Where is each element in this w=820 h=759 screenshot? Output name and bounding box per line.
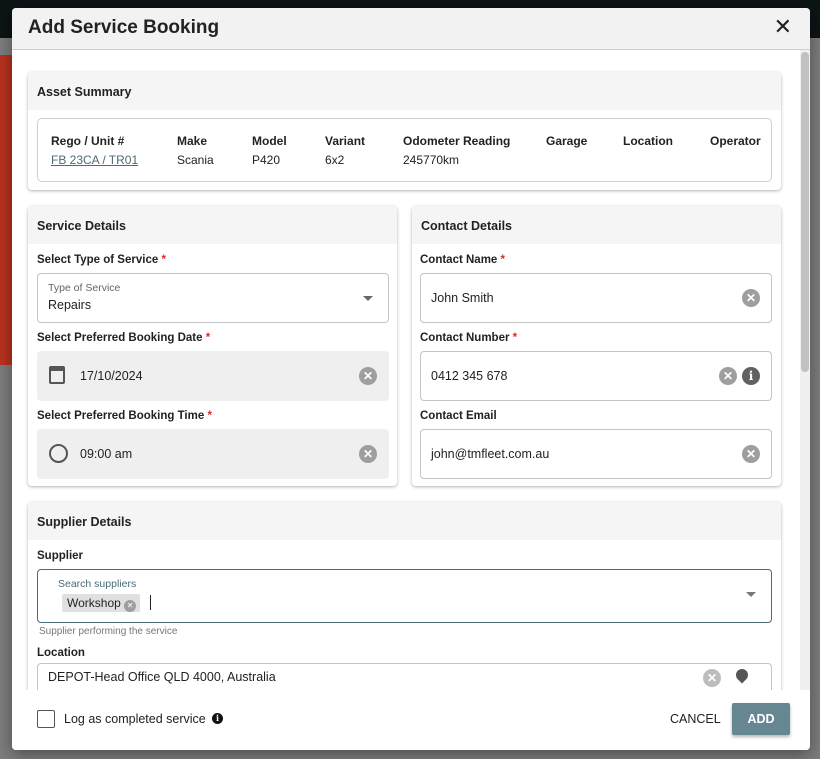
input-value: DEPOT-Head Office QLD 4000, Australia <box>48 670 276 684</box>
background-banner <box>0 55 12 365</box>
contact-number-input[interactable]: 0412 345 678 ✕ i <box>420 351 772 401</box>
column-header: Model <box>252 134 287 148</box>
calendar-icon <box>49 366 65 384</box>
add-service-booking-dialog: Add Service Booking ✕ Asset Summary Rego… <box>12 8 810 750</box>
model-value: P420 <box>252 153 281 167</box>
odometer-value: 245770km <box>403 153 460 167</box>
asset-summary-table: Rego / Unit # FB 23CA / TR01 Make Scania… <box>37 118 772 182</box>
booking-time-input[interactable]: 09:00 am ✕ <box>37 429 389 479</box>
contact-email-input[interactable]: john@tmfleet.com.au ✕ <box>420 429 772 479</box>
field-label: Contact Number * <box>420 332 518 344</box>
text-cursor <box>150 595 151 610</box>
input-value: john@tmfleet.com.au <box>431 447 550 461</box>
field-label: Supplier <box>37 550 84 562</box>
booking-date-input[interactable]: 17/10/2024 ✕ <box>37 351 389 401</box>
contact-name-input[interactable]: John Smith ✕ <box>420 273 772 323</box>
floating-label: Type of Service <box>48 282 121 294</box>
clear-icon[interactable]: ✕ <box>703 669 721 687</box>
clock-icon <box>49 444 68 463</box>
column-header: Variant <box>325 134 366 148</box>
remove-chip-icon[interactable]: ✕ <box>124 600 137 612</box>
cancel-button[interactable]: CANCEL <box>670 712 721 726</box>
field-label: Select Type of Service * <box>37 254 166 266</box>
column-header: Make <box>177 134 208 148</box>
field-label: Location <box>37 647 85 659</box>
column-header: Location <box>623 134 673 148</box>
column-header: Rego / Unit # <box>51 134 125 148</box>
card-title: Service Details <box>28 206 397 244</box>
contact-details-card: Contact Details Contact Name * John Smit… <box>412 206 781 486</box>
input-value: John Smith <box>431 291 494 305</box>
scrollbar-thumb[interactable] <box>801 52 809 372</box>
clear-icon[interactable]: ✕ <box>359 445 377 463</box>
selected-value: Repairs <box>48 298 92 312</box>
field-label: Select Preferred Booking Date * <box>37 332 211 344</box>
service-details-card: Service Details Select Type of Service *… <box>28 206 397 486</box>
card-title: Contact Details <box>412 206 781 244</box>
card-title: Asset Summary <box>28 72 781 110</box>
info-icon[interactable]: i <box>742 367 760 385</box>
service-type-select[interactable]: Type of Service Repairs <box>37 273 389 323</box>
field-label: Contact Email <box>420 410 497 422</box>
field-label: Contact Name * <box>420 254 506 266</box>
chip-label: Workshop <box>67 596 121 610</box>
log-completed-checkbox[interactable] <box>37 710 55 728</box>
supplier-details-card: Supplier Details Supplier Search supplie… <box>28 502 781 690</box>
card-title: Supplier Details <box>28 502 781 540</box>
field-label: Select Preferred Booking Time * <box>37 410 212 422</box>
add-button[interactable]: ADD <box>732 703 790 735</box>
chevron-down-icon <box>363 296 373 301</box>
make-value: Scania <box>177 153 214 167</box>
rego-link[interactable]: FB 23CA / TR01 <box>51 153 138 167</box>
chevron-down-icon[interactable] <box>746 592 756 597</box>
clear-icon[interactable]: ✕ <box>742 289 760 307</box>
dialog-header: Add Service Booking ✕ <box>12 8 810 50</box>
time-value: 09:00 am <box>80 447 133 461</box>
close-icon[interactable]: ✕ <box>774 16 792 38</box>
info-icon[interactable]: i <box>212 713 223 724</box>
dialog-footer: Log as completed service i CANCEL ADD <box>12 690 810 750</box>
column-header: Garage <box>546 134 588 148</box>
variant-value: 6x2 <box>325 153 345 167</box>
scrollbar[interactable] <box>800 50 810 690</box>
clear-icon[interactable]: ✕ <box>359 367 377 385</box>
column-header: Odometer Reading <box>403 134 511 148</box>
map-pin-icon[interactable] <box>733 666 751 684</box>
floating-label: Search suppliers <box>58 578 137 590</box>
clear-icon[interactable]: ✕ <box>719 367 737 385</box>
supplier-helper-text: Supplier performing the service <box>39 626 178 637</box>
input-value: 0412 345 678 <box>431 369 508 383</box>
dialog-title: Add Service Booking <box>28 17 220 38</box>
supplier-search-input[interactable]: Search suppliers Workshop ✕ <box>37 569 772 623</box>
clear-icon[interactable]: ✕ <box>742 445 760 463</box>
date-value: 17/10/2024 <box>80 369 143 383</box>
column-header: Operator <box>710 134 761 148</box>
supplier-chip: Workshop ✕ <box>62 594 141 612</box>
dialog-body: Asset Summary Rego / Unit # FB 23CA / TR… <box>12 50 810 690</box>
checkbox-label: Log as completed service <box>64 712 206 726</box>
location-input[interactable]: DEPOT-Head Office QLD 4000, Australia ✕ <box>37 663 772 690</box>
asset-summary-card: Asset Summary Rego / Unit # FB 23CA / TR… <box>28 72 781 190</box>
